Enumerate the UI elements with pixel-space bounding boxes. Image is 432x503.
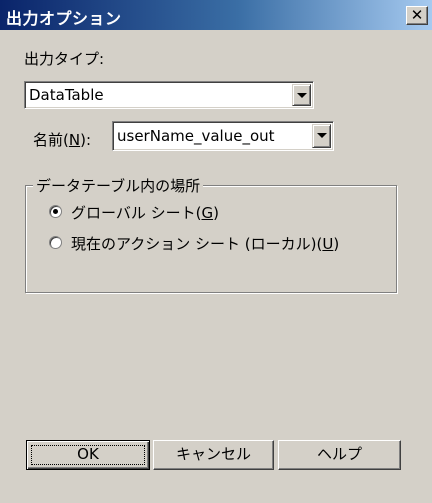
output-type-value: DataTable — [29, 86, 104, 104]
close-icon: ✕ — [410, 6, 424, 24]
global-sheet-radio[interactable] — [49, 205, 62, 218]
help-button[interactable]: ヘルプ — [278, 440, 401, 470]
close-button[interactable]: ✕ — [406, 6, 428, 25]
name-value: userName_value_out — [117, 127, 275, 145]
name-dropdown-button[interactable] — [312, 124, 331, 148]
ok-button[interactable]: OK — [26, 440, 150, 470]
name-select[interactable]: userName_value_out — [112, 121, 334, 151]
global-sheet-label[interactable]: グローバル シート(G) — [71, 202, 219, 223]
output-type-select[interactable]: DataTable — [24, 81, 314, 109]
local-sheet-radio[interactable] — [49, 236, 62, 249]
window-title: 出力オプション — [6, 9, 122, 28]
chevron-down-icon — [297, 93, 307, 98]
local-sheet-label[interactable]: 現在のアクション シート (ローカル)(U) — [71, 233, 339, 254]
location-group-caption: データテーブル内の場所 — [33, 175, 204, 196]
title-bar[interactable]: 出力オプション ✕ — [0, 0, 432, 30]
output-type-label: 出力タイプ: — [24, 50, 105, 68]
output-type-dropdown-button[interactable] — [292, 84, 311, 106]
chevron-down-icon — [317, 133, 327, 138]
name-label: 名前(N): — [33, 131, 91, 149]
cancel-button[interactable]: キャンセル — [153, 440, 274, 470]
